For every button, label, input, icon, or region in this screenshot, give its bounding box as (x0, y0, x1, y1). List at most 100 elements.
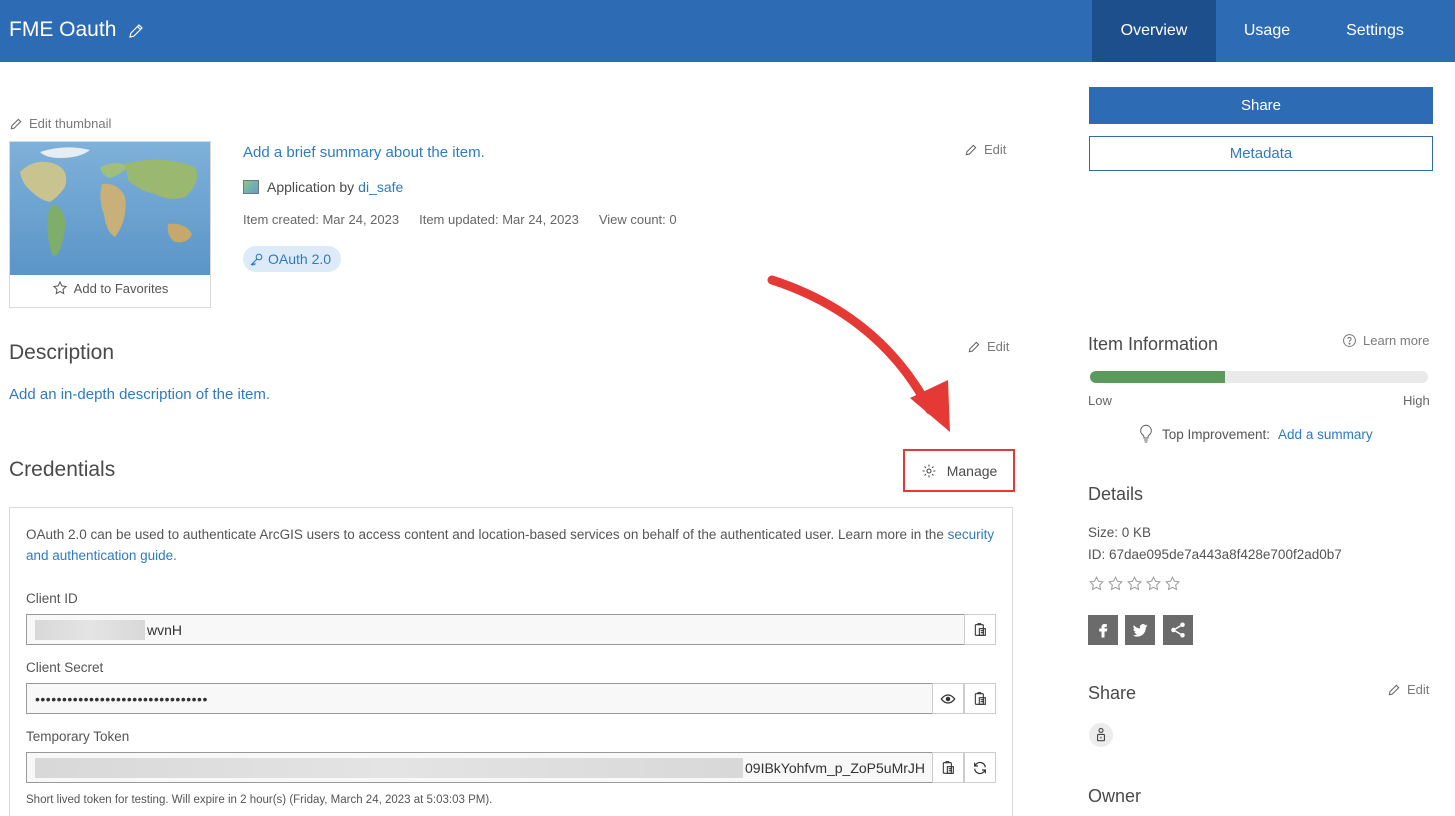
redacted-bar (35, 757, 743, 778)
star-outline-icon[interactable] (1126, 575, 1143, 592)
pencil-icon (968, 341, 980, 352)
clipboard-icon (974, 691, 986, 705)
help-circle-icon (1343, 334, 1356, 347)
application-icon (243, 180, 259, 194)
learn-more-label: Learn more (1363, 333, 1430, 348)
item-information-heading: Item Information (1088, 334, 1219, 354)
owner-heading: Owner (1088, 786, 1142, 806)
progress-high-label: High (1403, 393, 1430, 408)
token-expiry-note: Short lived token for testing. Will expi… (26, 794, 493, 806)
top-improvement-label: Top Improvement: (1162, 426, 1271, 442)
manage-label: Manage (946, 462, 998, 479)
oauth-tag[interactable]: OAuth 2.0 (243, 246, 342, 272)
copy-secret-button[interactable] (964, 683, 996, 714)
edit-label: Edit (1407, 682, 1430, 697)
edit-summary-button[interactable]: Edit (964, 142, 1006, 157)
pencil-icon (1388, 684, 1400, 695)
credentials-intro-text: OAuth 2.0 can be used to authenticate Ar… (26, 527, 944, 542)
refresh-icon (974, 761, 986, 774)
pencil-icon (965, 144, 977, 155)
view-count: View count: 0 (598, 212, 677, 227)
edit-label: Edit (987, 339, 1010, 354)
twitter-share-button[interactable] (1125, 615, 1155, 645)
temporary-token-value: 09IBkYohfvm_p_ZoP5uMrJH (745, 759, 926, 776)
progress-low-label: Low (1088, 393, 1112, 408)
temporary-token-label: Temporary Token (26, 729, 130, 744)
redacted-bar (35, 619, 145, 640)
learn-more-link[interactable]: Learn more (1342, 333, 1429, 348)
client-id-field[interactable]: wvnH (26, 614, 965, 645)
edit-thumbnail-button[interactable]: Edit thumbnail (9, 116, 111, 131)
item-meta: Item created: Mar 24, 2023 Item updated:… (243, 212, 677, 227)
copy-client-id-button[interactable] (964, 614, 996, 645)
item-type-line: Application by di_safe (243, 179, 403, 195)
pencil-icon[interactable] (127, 22, 145, 40)
client-secret-label: Client Secret (26, 660, 104, 675)
app-header: FME Oauth Overview Usage Settings (0, 0, 1455, 62)
edit-label: Edit (984, 142, 1007, 157)
annotation-arrow-icon (767, 275, 950, 432)
item-info-progress (1090, 371, 1428, 383)
refresh-token-button[interactable] (964, 752, 996, 783)
show-secret-button[interactable] (932, 683, 964, 714)
edit-description-button[interactable]: Edit (967, 339, 1009, 354)
clipboard-icon (974, 622, 986, 636)
owner-link[interactable]: di_safe (358, 179, 403, 195)
item-id: ID: 67dae095de7a443a8f428e700f2ad0b7 (1088, 547, 1342, 562)
key-icon (250, 253, 263, 266)
add-to-favorites-button[interactable]: Add to Favorites (10, 280, 210, 296)
star-outline-icon[interactable] (1088, 575, 1105, 592)
credentials-intro: OAuth 2.0 can be used to authenticate Ar… (26, 524, 996, 566)
share-link-button[interactable] (1163, 615, 1193, 645)
credentials-heading: Credentials (9, 458, 116, 481)
tab-settings[interactable]: Settings (1318, 0, 1432, 62)
favorites-label: Add to Favorites (73, 280, 169, 296)
edit-share-button[interactable]: Edit (1387, 682, 1429, 697)
star-outline-icon[interactable] (1145, 575, 1162, 592)
share-heading: Share (1088, 683, 1137, 703)
item-title: FME Oauth (9, 18, 117, 41)
item-size: Size: 0 KB (1088, 525, 1152, 540)
private-share-status (1089, 723, 1113, 747)
clipboard-icon (942, 760, 954, 774)
credentials-panel: OAuth 2.0 can be used to authenticate Ar… (9, 507, 1013, 816)
oauth-tag-label: OAuth 2.0 (268, 251, 332, 267)
twitter-icon (1132, 624, 1148, 637)
temporary-token-field[interactable]: 09IBkYohfvm_p_ZoP5uMrJH (26, 752, 933, 783)
client-secret-field[interactable]: •••••••••••••••••••••••••••••••• (26, 683, 933, 714)
description-heading: Description (9, 341, 115, 364)
facebook-share-button[interactable] (1088, 615, 1118, 645)
add-description-link[interactable]: Add an in-depth description of the item. (9, 386, 270, 403)
thumbnail-card: Add to Favorites (9, 141, 211, 308)
share-nodes-icon (1171, 622, 1185, 638)
pencil-icon (10, 118, 22, 129)
manage-credentials-button[interactable]: Manage (903, 449, 1015, 492)
tab-overview[interactable]: Overview (1092, 0, 1216, 62)
rating-stars[interactable] (1088, 575, 1181, 592)
thumbnail-map-image (10, 142, 210, 275)
share-button[interactable]: Share (1089, 87, 1433, 124)
gear-icon (922, 464, 936, 477)
client-secret-value: •••••••••••••••••••••••••••••••• (35, 690, 208, 707)
star-outline-icon[interactable] (1164, 575, 1181, 592)
world-map-icon (20, 147, 198, 256)
tab-usage[interactable]: Usage (1216, 0, 1318, 62)
item-info-progress-fill (1090, 371, 1226, 383)
lightbulb-icon (1140, 424, 1152, 443)
facebook-icon (1099, 624, 1108, 638)
top-improvement: Top Improvement: Add a summary (1138, 424, 1373, 444)
add-summary-suggestion-link[interactable]: Add a summary (1278, 427, 1373, 442)
details-heading: Details (1088, 484, 1144, 504)
item-type-prefix: Application by (267, 179, 355, 195)
item-updated: Item updated: Mar 24, 2023 (419, 212, 579, 227)
copy-token-button[interactable] (932, 752, 964, 783)
client-id-label: Client ID (26, 591, 78, 606)
client-id-value: wvnH (147, 621, 183, 638)
edit-thumbnail-label: Edit thumbnail (29, 116, 112, 131)
star-outline-icon (52, 280, 67, 295)
star-outline-icon[interactable] (1107, 575, 1124, 592)
metadata-button[interactable]: Metadata (1089, 136, 1433, 171)
eye-icon (940, 693, 956, 704)
item-created: Item created: Mar 24, 2023 (243, 212, 400, 227)
add-summary-link[interactable]: Add a brief summary about the item. (243, 144, 485, 161)
